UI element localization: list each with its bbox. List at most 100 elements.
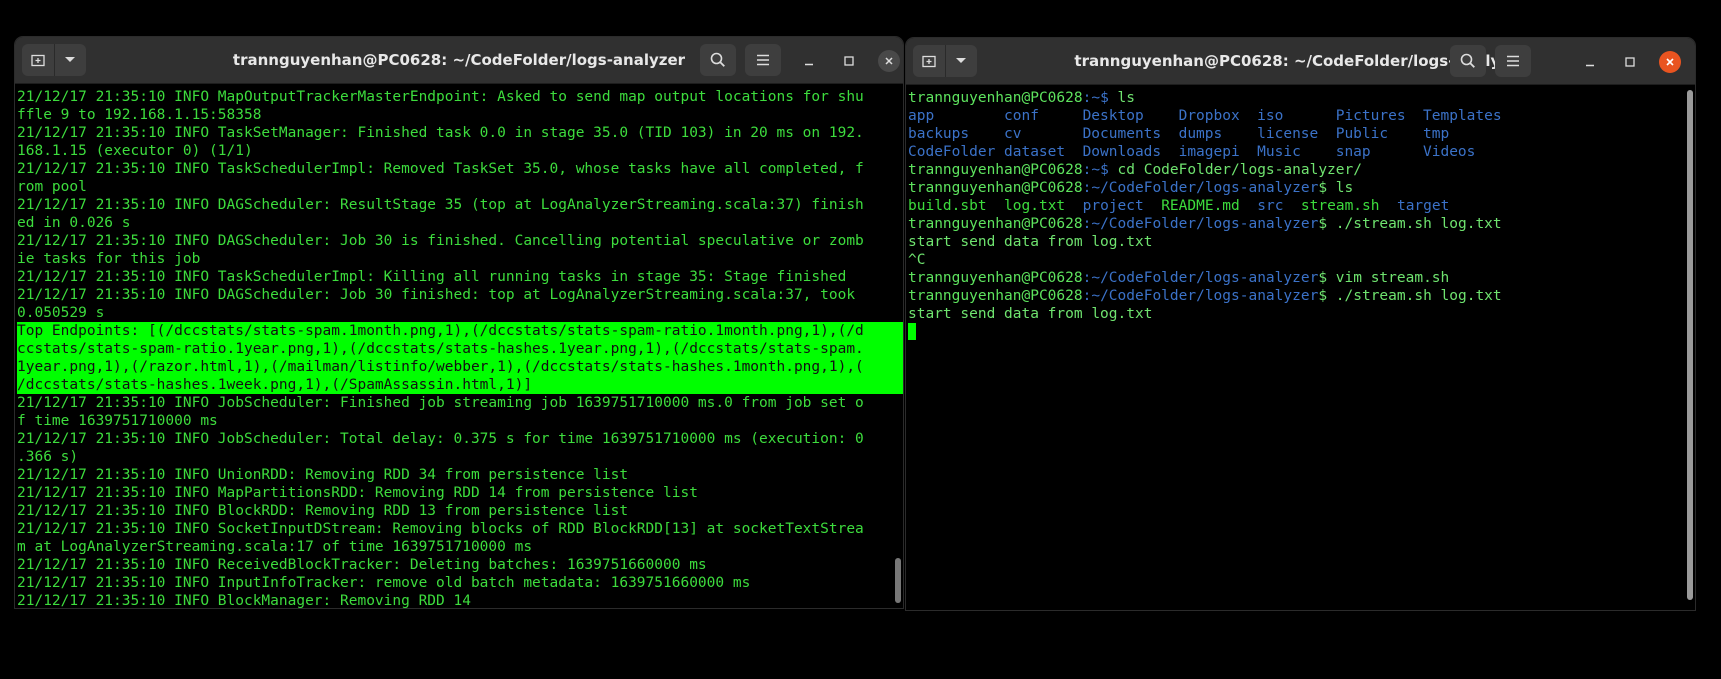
directory-entry: Documents — [1082, 126, 1162, 142]
log-line: rom pool — [17, 179, 87, 195]
maximize-button[interactable] — [838, 50, 860, 72]
scrollbar[interactable] — [895, 558, 901, 603]
log-line: 21/12/17 21:35:10 INFO MapPartitionsRDD:… — [17, 485, 698, 501]
command: ls — [1117, 90, 1135, 106]
terminal-window-left: trannguyenhan@PC0628: ~/CodeFolder/logs-… — [15, 37, 903, 608]
new-tab-button-group — [22, 44, 86, 76]
directory-entry: Videos — [1423, 144, 1476, 160]
menu-button[interactable] — [745, 44, 781, 76]
file-entry: README.md — [1161, 198, 1240, 214]
directory-entry: conf — [1004, 108, 1039, 124]
log-line: 21/12/17 21:35:10 INFO DAGScheduler: Job… — [17, 287, 856, 303]
command: ./stream.sh log.txt — [1335, 288, 1502, 304]
directory-entry: Templates — [1423, 108, 1502, 124]
minimize-icon — [1586, 64, 1594, 67]
command: ls — [1335, 180, 1354, 196]
log-lines: 21/12/17 21:35:10 INFO MapOutputTrackerM… — [17, 88, 903, 608]
close-icon — [885, 57, 893, 65]
chevron-down-icon — [956, 58, 967, 63]
log-line: m at LogAnalyzerStreaming.scala:17 of ti… — [17, 539, 533, 555]
new-tab-button[interactable] — [913, 45, 945, 77]
highlighted-output-line: /dccstats/stats-hashes.1week.png,1),(/Sp… — [17, 376, 903, 394]
directory-entry: iso — [1257, 108, 1284, 124]
tab-dropdown-button[interactable] — [54, 44, 86, 76]
prompt-line: trannguyenhan@PC0628:~$ ls — [908, 89, 1695, 107]
command: vim stream.sh — [1335, 270, 1450, 286]
search-icon — [710, 52, 725, 67]
close-button[interactable] — [878, 50, 900, 72]
directory-entry: Music — [1257, 144, 1301, 160]
prompt-user: trannguyenhan@PC0628 — [908, 288, 1083, 304]
scrollbar-thumb[interactable] — [1687, 90, 1693, 600]
directory-entry: app — [908, 108, 935, 124]
maximize-icon — [1625, 57, 1635, 67]
file-entry: build.sbt — [908, 198, 987, 214]
prompt-dollar: $ — [1318, 270, 1336, 286]
prompt-line: trannguyenhan@PC0628:~/CodeFolder/logs-a… — [908, 287, 1695, 305]
directory-entry: tmp — [1423, 126, 1450, 142]
log-line: 21/12/17 21:35:10 INFO TaskSetManager: F… — [17, 125, 864, 141]
close-button[interactable] — [1659, 51, 1681, 73]
log-line: 21/12/17 21:35:10 INFO ReceivedBlockTrac… — [17, 557, 707, 573]
highlighted-output-line: ccstats/stats-spam-ratio.1year.png,1),(/… — [17, 340, 903, 358]
log-line: 21/12/17 21:35:10 INFO BlockRDD: Removin… — [17, 503, 629, 519]
prompt-path: :~/CodeFolder/logs-analyzer — [1082, 270, 1319, 286]
cursor-line[interactable] — [908, 323, 1695, 341]
prompt-user: trannguyenhan@PC0628 — [908, 162, 1083, 178]
ls-output-row: CodeFolder dataset Downloads imagepi Music sn… — [908, 143, 1695, 161]
log-line: f time 1639751710000 ms — [17, 413, 218, 429]
prompt-path: :~$ — [1082, 90, 1118, 106]
prompt-path: :~/CodeFolder/logs-analyzer — [1082, 288, 1319, 304]
log-line: 21/12/17 21:35:10 INFO MapOutputTrackerM… — [17, 89, 864, 105]
hamburger-menu-icon — [757, 54, 769, 66]
titlebar: trannguyenhan@PC0628: ~/CodeFolder/logs-… — [906, 38, 1695, 85]
directory-entry: license — [1257, 126, 1319, 142]
directory-entry: snap — [1335, 144, 1371, 160]
log-line: 21/12/17 21:35:10 INFO TaskSchedulerImpl… — [17, 269, 847, 285]
ls-output-row: backups cv Documents dumps license Public tmp — [908, 125, 1695, 143]
minimize-icon — [805, 63, 813, 66]
scrollbar-thumb[interactable] — [895, 558, 901, 603]
prompt-dollar: $ — [1318, 180, 1336, 196]
close-icon — [1666, 58, 1674, 66]
minimize-button[interactable] — [798, 50, 820, 72]
directory-entry: Downloads — [1082, 144, 1162, 160]
new-tab-button[interactable] — [22, 44, 54, 76]
log-line: 21/12/17 21:35:10 INFO JobScheduler: Fin… — [17, 395, 864, 411]
window-title: trannguyenhan@PC0628: ~/CodeFolder/logs-… — [1074, 52, 1527, 70]
tab-dropdown-button[interactable] — [945, 45, 977, 77]
prompt-line: trannguyenhan@PC0628:~/CodeFolder/logs-a… — [908, 269, 1695, 287]
log-line: 21/12/17 21:35:10 INFO DAGScheduler: Job… — [17, 233, 864, 249]
directory-entry: project — [1082, 198, 1144, 214]
menu-button[interactable] — [1495, 45, 1531, 77]
file-entry: stream.sh — [1300, 198, 1380, 214]
directory-entry: CodeFolder — [908, 144, 996, 160]
directory-entry: target — [1396, 198, 1450, 214]
directory-entry: imagepi — [1178, 144, 1240, 160]
search-icon — [1460, 53, 1475, 68]
terminal-output[interactable]: trannguyenhan@PC0628:~$ ls app conf Deskto… — [906, 86, 1695, 610]
prompt-user: trannguyenhan@PC0628 — [908, 90, 1083, 106]
terminal-output[interactable]: 21/12/17 21:35:10 INFO MapOutputTrackerM… — [15, 85, 903, 608]
prompt-path: :~$ — [1082, 162, 1118, 178]
directory-entry: dataset — [1004, 144, 1066, 160]
new-tab-icon — [31, 54, 45, 67]
search-button[interactable] — [1450, 45, 1486, 77]
directory-entry: Desktop — [1082, 108, 1144, 124]
output-line: ^C — [908, 252, 926, 268]
prompt-path: :~/CodeFolder/logs-analyzer — [1082, 216, 1319, 232]
prompt-dollar: $ — [1318, 216, 1336, 232]
log-line: 21/12/17 21:35:10 INFO UnionRDD: Removin… — [17, 467, 629, 483]
scrollbar[interactable] — [1687, 90, 1693, 600]
minimize-button[interactable] — [1579, 51, 1601, 73]
search-button[interactable] — [700, 44, 736, 76]
directory-entry: src — [1257, 198, 1284, 214]
maximize-button[interactable] — [1619, 51, 1641, 73]
ls-output-row: app conf Desktop Dropbox iso Pictures Template… — [908, 107, 1695, 125]
maximize-icon — [844, 56, 854, 66]
prompt-user: trannguyenhan@PC0628 — [908, 216, 1083, 232]
output-line: start send data from log.txt — [908, 234, 1153, 250]
log-line: .366 s) — [17, 449, 79, 465]
prompt-line: trannguyenhan@PC0628:~/CodeFolder/logs-a… — [908, 215, 1695, 233]
hamburger-menu-icon — [1507, 55, 1519, 67]
